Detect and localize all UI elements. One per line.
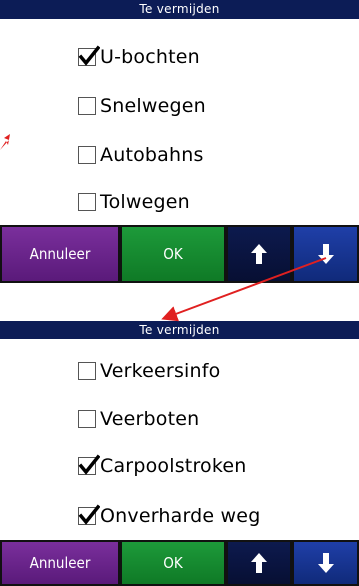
option-label: Verkeersinfo [100,360,221,382]
option-label: Veerboten [100,408,200,430]
ok-button[interactable]: OK [120,540,226,586]
screen-title: Te vermijden [0,0,359,19]
arrow-up-icon [251,553,267,573]
checkbox[interactable] [78,410,96,428]
checkmark-icon [78,45,100,66]
cancel-button[interactable]: Annuleer [0,225,120,283]
option-u-bochten[interactable]: U-bochten [78,43,200,71]
avoid-options-screen-1: Te vermijden U-bochten Snelwegen Autobah… [0,0,359,283]
scroll-up-button[interactable] [226,225,292,283]
cancel-button[interactable]: Annuleer [0,540,120,586]
arrow-up-icon [251,244,267,264]
scroll-down-button[interactable] [292,540,359,586]
option-tolwegen[interactable]: Tolwegen [78,188,190,216]
option-onverharde-weg[interactable]: Onverharde weg [78,502,260,530]
checkbox[interactable] [78,45,100,66]
option-autobahns[interactable]: Autobahns [78,141,204,169]
checkbox[interactable] [78,193,96,211]
option-label: U-bochten [100,46,200,68]
arrow-down-icon [317,553,334,573]
option-label: Tolwegen [100,191,190,213]
checkbox[interactable] [78,97,96,115]
checkbox[interactable] [78,454,100,475]
scroll-down-button[interactable] [292,225,359,283]
checkmark-icon [78,504,100,525]
option-carpoolstroken[interactable]: Carpoolstroken [78,452,247,480]
checkmark-icon [78,454,100,475]
option-verkeersinfo[interactable]: Verkeersinfo [78,357,220,385]
option-label: Autobahns [100,144,204,166]
screen-title: Te vermijden [0,321,359,339]
button-bar: Annuleer OK [0,540,359,586]
ok-button[interactable]: OK [120,225,226,283]
page: Te vermijden U-bochten Snelwegen Autobah… [0,0,359,586]
option-label: Onverharde weg [100,505,261,527]
checkbox[interactable] [78,504,100,525]
option-label: Carpoolstroken [100,455,247,477]
arrow-down-icon [317,244,334,264]
options-list: U-bochten Snelwegen Autobahns Tolwegen [0,19,359,225]
option-snelwegen[interactable]: Snelwegen [78,92,206,120]
options-list: Verkeersinfo Veerboten Carpoolstroken On… [0,339,359,540]
option-veerboten[interactable]: Veerboten [78,405,199,433]
scroll-up-button[interactable] [226,540,292,586]
avoid-options-screen-2: Te vermijden Verkeersinfo Veerboten Carp… [0,321,359,586]
checkbox[interactable] [78,362,96,380]
option-label: Snelwegen [100,95,206,117]
checkbox[interactable] [78,146,96,164]
button-bar: Annuleer OK [0,225,359,283]
